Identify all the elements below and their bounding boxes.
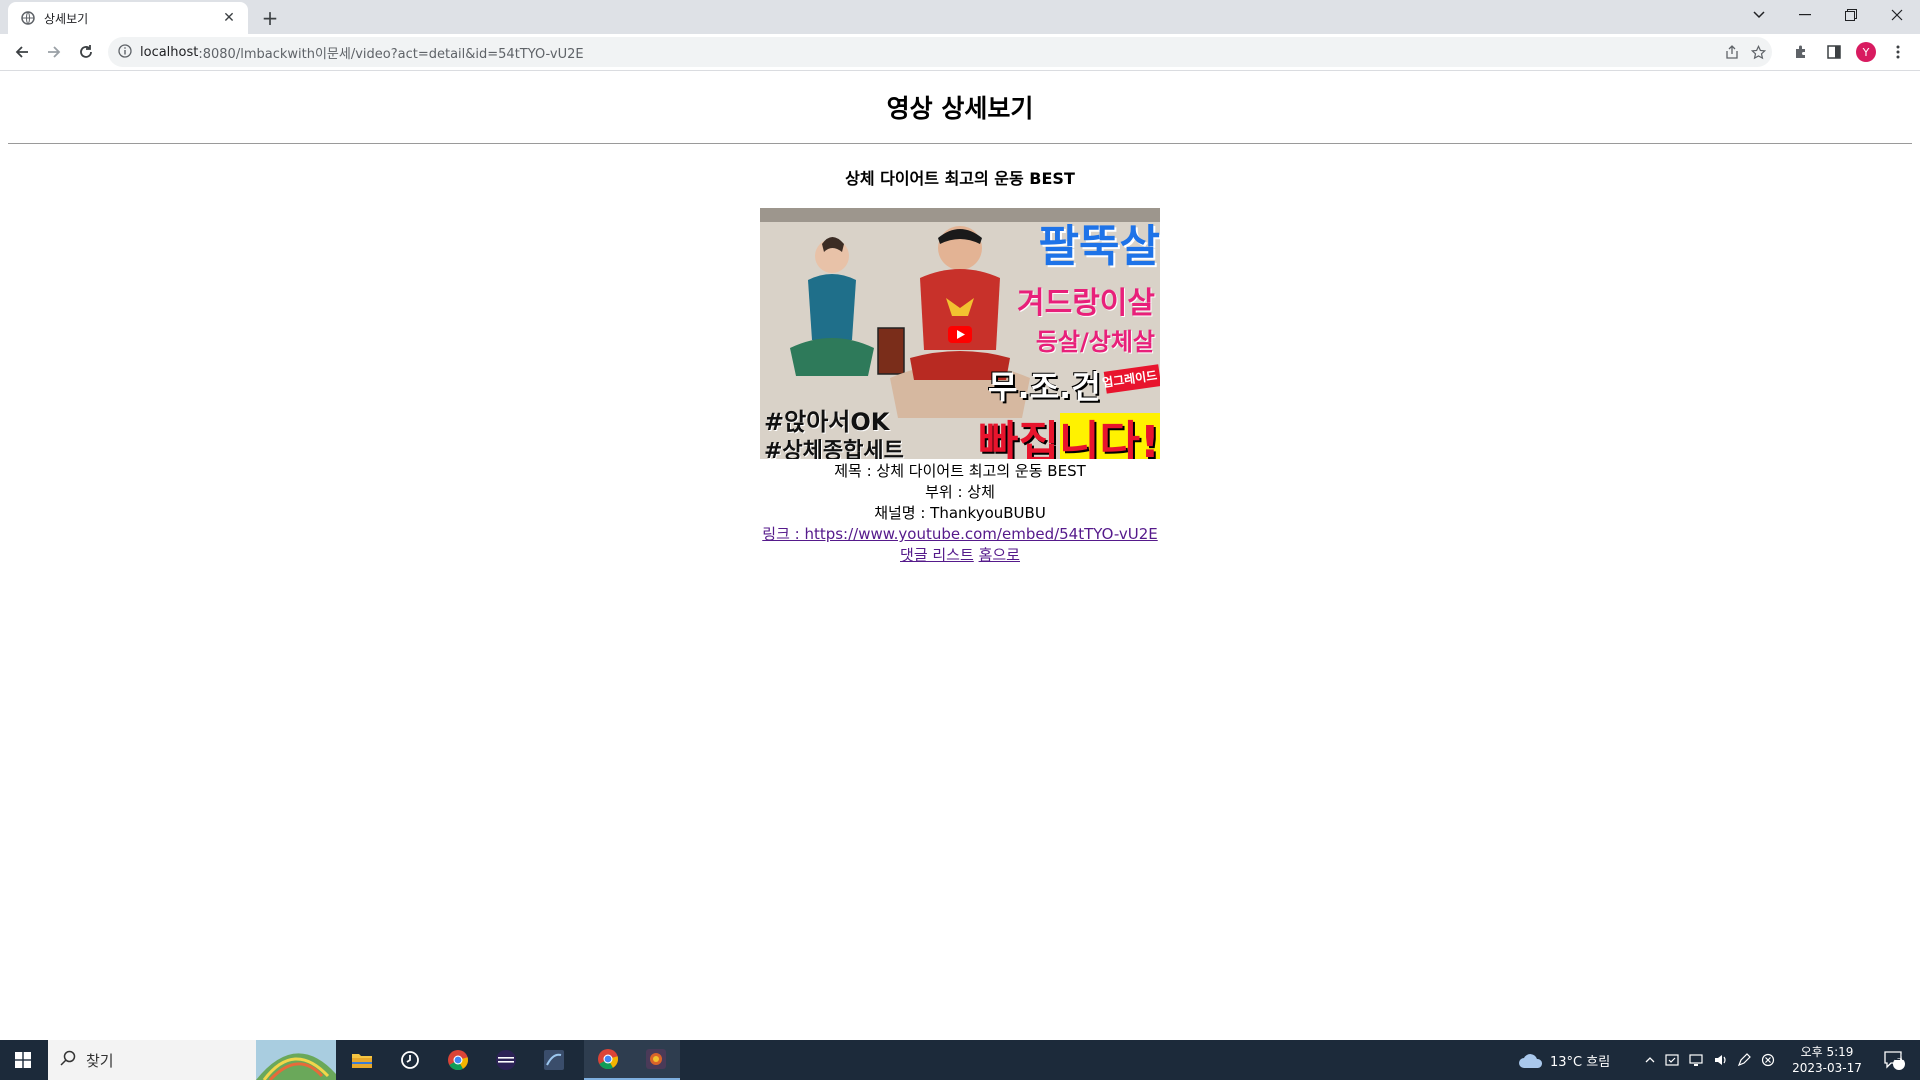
youtube-link[interactable]: 링크 : https://www.youtube.com/embed/54tTY…: [762, 525, 1157, 543]
site-info-icon[interactable]: [118, 43, 132, 62]
thumbnail-caption-line-3: 무.조.건: [988, 368, 1101, 406]
bookmark-star-icon[interactable]: [1744, 37, 1772, 67]
chrome-app[interactable]: [434, 1040, 482, 1080]
file-explorer-app[interactable]: [338, 1040, 386, 1080]
clock-date: 2023-03-17: [1792, 1061, 1862, 1075]
detail-part: 부위 : 상체: [925, 483, 995, 501]
thumbnail-hashtag-1: #앉아서OK: [764, 408, 890, 436]
eclipse-app[interactable]: [482, 1040, 530, 1080]
forward-button[interactable]: [40, 38, 68, 66]
profile-avatar[interactable]: Y: [1852, 38, 1880, 66]
url-host: localhost: [140, 44, 199, 60]
globe-icon: [20, 10, 36, 26]
taskbar-search-box[interactable]: 찾기: [48, 1040, 336, 1080]
notification-count: 29: [1894, 1052, 1908, 1063]
taskbar-clock[interactable]: 오후 5:19 2023-03-17: [1786, 1044, 1868, 1076]
reload-button[interactable]: [72, 38, 100, 66]
detail-channel: 채널명 : ThankyouBUBU: [874, 504, 1046, 522]
tab-title: 상세보기: [44, 11, 89, 26]
detail-title: 제목 : 상체 다이어트 최고의 운동 BEST: [834, 462, 1086, 480]
home-link[interactable]: 홈으로: [979, 546, 1020, 564]
browser-toolbar: localhost:8080/lmbackwith이문세/video?act=d…: [0, 34, 1920, 71]
address-bar[interactable]: localhost:8080/lmbackwith이문세/video?act=d…: [108, 37, 1772, 67]
share-icon[interactable]: [1718, 37, 1746, 67]
thumbnail-hashtag-2: #상체종합세트: [764, 439, 904, 459]
weather-text: 13°C 흐림: [1550, 1054, 1611, 1070]
volume-icon[interactable]: [1708, 1053, 1732, 1067]
thumbnail-caption-line-2: 등살/상체살: [1035, 328, 1155, 356]
windows-taskbar: 찾기 13°C 흐림 오후 5:19 2023-03-17 29: [0, 1040, 1920, 1080]
java-app-active[interactable]: [632, 1040, 680, 1080]
defender-icon[interactable]: [1660, 1053, 1684, 1067]
video-thumbnail[interactable]: 팔뚝살 겨드랑이살 등살/상체살 무.조.건 업그레이드 빠집니다! #앉아서O…: [760, 208, 1160, 459]
video-title: 상체 다이어트 최고의 운동 BEST: [845, 169, 1075, 188]
back-button[interactable]: [8, 38, 36, 66]
cloud-icon: [1519, 1054, 1543, 1068]
video-details: 제목 : 상체 다이어트 최고의 운동 BEST 부위 : 상체 채널명 : T…: [0, 461, 1920, 566]
avatar: Y: [1856, 42, 1876, 62]
extensions-icon[interactable]: [1787, 38, 1815, 66]
weather-widget[interactable]: 13°C 흐림: [1518, 1040, 1610, 1080]
pen-icon[interactable]: [1732, 1053, 1756, 1067]
new-tab-button[interactable]: +: [258, 6, 282, 30]
notification-center-button[interactable]: 29: [1874, 1040, 1914, 1080]
chrome-app-active[interactable]: [584, 1040, 632, 1080]
thumbnail-caption-line-1: 겨드랑이살: [1017, 286, 1155, 321]
side-panel-icon[interactable]: [1820, 38, 1848, 66]
comments-list-link[interactable]: 댓글 리스트: [900, 546, 974, 564]
menu-kebab-icon[interactable]: [1884, 38, 1912, 66]
browser-tab[interactable]: 상세보기 ✕: [8, 2, 248, 34]
ime-icon[interactable]: [1756, 1053, 1780, 1067]
heading-divider: [8, 143, 1912, 144]
thumbnail-caption-main: 팔뚝살: [1038, 221, 1160, 272]
close-window-button[interactable]: [1874, 0, 1920, 30]
chevron-up-icon[interactable]: [1640, 1057, 1660, 1063]
search-placeholder: 찾기: [86, 1051, 114, 1070]
restore-button[interactable]: [1828, 0, 1874, 30]
system-tray-icons: [1640, 1040, 1780, 1080]
thumbnail-caption-line-4: 빠집니다!: [978, 417, 1160, 459]
url-path: :8080/lmbackwith이문세/video?act=detail&id=…: [198, 46, 584, 62]
sql-developer-app[interactable]: [530, 1040, 578, 1080]
minimize-button[interactable]: [1782, 0, 1828, 30]
tab-search-icon[interactable]: [1736, 0, 1782, 30]
search-highlight-image: [256, 1040, 336, 1080]
clock-time: 오후 5:19: [1800, 1045, 1854, 1059]
page-content: 영상 상세보기 상체 다이어트 최고의 운동 BEST 팔뚝살 겨드랑이살 등살…: [0, 71, 1920, 1040]
search-icon: [60, 1050, 76, 1070]
tab-close-icon[interactable]: ✕: [220, 9, 238, 27]
network-icon[interactable]: [1684, 1053, 1708, 1067]
page-title: 영상 상세보기: [886, 94, 1034, 123]
browser-tab-strip: 상세보기 ✕ +: [0, 0, 1920, 34]
windows-start-button[interactable]: [0, 1040, 46, 1080]
clock-app[interactable]: [386, 1040, 434, 1080]
